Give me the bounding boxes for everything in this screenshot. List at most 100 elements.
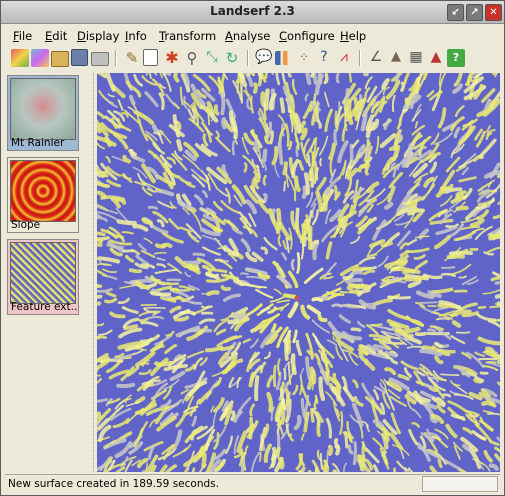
terrain-ridge-stroke xyxy=(488,232,500,239)
chat-icon[interactable]: 💬 xyxy=(255,49,273,67)
scatter-plot-icon[interactable]: ⁘ xyxy=(295,49,313,67)
thumbnail-feature-extraction[interactable]: Feature ext... xyxy=(7,239,79,315)
menu-display[interactable]: Display xyxy=(77,29,119,43)
terrain-ridge-stroke xyxy=(442,393,452,398)
terrain-ridge-stroke xyxy=(486,360,497,364)
feature-map-image xyxy=(97,73,500,472)
terrain-ridge-stroke xyxy=(284,339,289,361)
terrain-ridge-stroke xyxy=(387,295,411,300)
terrain-ridge-stroke xyxy=(277,141,284,165)
terrain-ridge-stroke xyxy=(311,297,324,303)
terrain-ridge-stroke xyxy=(327,444,334,456)
terrain-ridge-stroke xyxy=(260,91,266,108)
terrain-ridge-stroke xyxy=(176,138,183,152)
terrain-ridge-stroke xyxy=(349,270,363,276)
status-field xyxy=(422,476,498,492)
terrain-ridge-stroke xyxy=(236,80,240,94)
terrain-ridge-stroke xyxy=(404,275,427,282)
refresh-icon[interactable]: ↻ xyxy=(223,49,241,67)
terrain-ridge-stroke xyxy=(97,322,105,327)
terrain-ridge-stroke xyxy=(285,388,290,407)
terrain-ridge-stroke xyxy=(303,172,310,196)
flow-icon[interactable]: ✱ xyxy=(163,49,181,67)
terrain-ridge-stroke xyxy=(435,317,450,321)
terrain-ridge-stroke xyxy=(335,73,340,84)
terrain-ridge-stroke xyxy=(147,205,159,210)
terrain-ridge-stroke xyxy=(310,73,315,78)
transform-icon[interactable]: ⤡ xyxy=(203,49,221,67)
open-folder-icon[interactable] xyxy=(51,51,69,67)
terrain-ridge-stroke xyxy=(169,287,180,292)
terrain-ridge-stroke xyxy=(440,266,456,269)
print-icon[interactable] xyxy=(91,52,109,66)
query-icon[interactable]: ? xyxy=(315,49,333,67)
menu-edit[interactable]: Edit xyxy=(45,29,67,43)
mountain-icon[interactable]: ▲ xyxy=(427,49,445,67)
terrain-ridge-stroke xyxy=(128,94,136,105)
magnify-icon[interactable]: ⚲ xyxy=(183,49,201,67)
terrain-ridge-stroke xyxy=(361,444,366,459)
new-surface-icon[interactable] xyxy=(11,49,29,67)
terrain-ridge-stroke xyxy=(262,174,267,186)
sidebar-scroll-track[interactable] xyxy=(93,73,96,472)
terrain-ridge-stroke xyxy=(414,331,427,337)
terrain-ridge-stroke xyxy=(246,73,252,77)
terrain-ridge-stroke xyxy=(496,359,500,365)
terrain-ridge-stroke xyxy=(221,116,227,130)
terrain-ridge-stroke xyxy=(418,301,438,304)
menu-configure[interactable]: Configure xyxy=(279,29,335,43)
terrain-ridge-stroke xyxy=(233,313,246,320)
terrain-ridge-stroke xyxy=(248,371,256,388)
terrain-ridge-stroke xyxy=(254,180,260,190)
new-raster-icon[interactable] xyxy=(31,49,49,67)
help-icon[interactable]: ? xyxy=(447,49,465,67)
terrain-ridge-stroke xyxy=(294,129,298,143)
terrain-ridge-stroke xyxy=(373,337,390,342)
terrain-ridge-stroke xyxy=(305,73,312,86)
terrain-ridge-stroke xyxy=(319,157,322,167)
terrain-ridge-stroke xyxy=(451,320,462,328)
terrain-ridge-stroke xyxy=(440,373,460,376)
feature-map-view[interactable] xyxy=(97,73,500,472)
surface-thumbnails: Mt Rainier Slope Feature ext... xyxy=(5,73,96,472)
terrain-ridge-stroke xyxy=(296,252,301,274)
terrain-ridge-stroke xyxy=(97,336,101,340)
terrain-ridge-stroke xyxy=(427,328,437,334)
terrain-ridge-stroke xyxy=(253,82,259,94)
maximize-button[interactable]: ↗ xyxy=(466,4,483,21)
terrain-icon[interactable]: ▲ xyxy=(387,49,405,67)
menu-transform[interactable]: Transform xyxy=(159,29,216,43)
terrain-ridge-stroke xyxy=(173,315,190,322)
thumbnail-label: Slope xyxy=(11,219,41,231)
menu-help[interactable]: Help xyxy=(340,29,366,43)
title-bar[interactable]: Landserf 2.3 ↙ ↗ ✕ xyxy=(1,1,504,24)
menu-file[interactable]: File xyxy=(13,29,32,43)
angle-icon[interactable]: ∠ xyxy=(367,49,385,67)
close-button[interactable]: ✕ xyxy=(485,4,502,21)
terrain-ridge-stroke xyxy=(332,372,338,383)
status-message: New surface created in 189.59 seconds. xyxy=(8,478,219,490)
terrain-ridge-stroke xyxy=(496,301,500,306)
save-icon[interactable] xyxy=(71,49,88,66)
terrain-ridge-stroke xyxy=(316,421,321,437)
minimize-button[interactable]: ↙ xyxy=(447,4,464,21)
thumbnail-slope[interactable]: Slope xyxy=(7,157,79,233)
terrain-ridge-stroke xyxy=(213,104,220,116)
terrain-ridge-stroke xyxy=(307,154,311,167)
terrain-ridge-stroke xyxy=(319,453,324,470)
terrain-ridge-stroke xyxy=(301,185,308,199)
terrain-ridge-stroke xyxy=(220,91,226,116)
terrain-ridge-stroke xyxy=(344,106,350,122)
profile-chart-icon[interactable]: ⩘ xyxy=(335,49,353,67)
menu-info[interactable]: Info xyxy=(125,29,147,43)
document-icon[interactable] xyxy=(143,49,158,66)
menu-analyse[interactable]: Analyse xyxy=(225,29,270,43)
thumbnail-mt-rainier[interactable]: Mt Rainier xyxy=(7,75,79,151)
pencil-icon[interactable]: ✎ xyxy=(123,49,141,67)
terrain-ridge-stroke xyxy=(123,324,139,331)
terrain-ridge-stroke xyxy=(283,180,286,192)
terrain-ridge-stroke xyxy=(248,416,254,440)
bar-chart-icon[interactable] xyxy=(275,51,293,65)
grid-icon[interactable]: ▦ xyxy=(407,49,425,67)
terrain-ridge-stroke xyxy=(173,73,180,83)
